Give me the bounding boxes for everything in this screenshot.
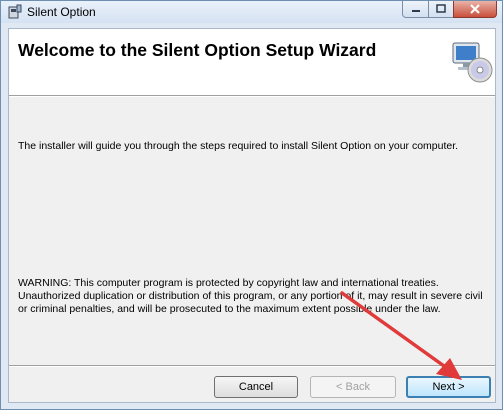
- footer-divider: [9, 365, 495, 367]
- setup-window: Silent Option Welcome to the Silent Opti…: [0, 0, 503, 410]
- window-title: Silent Option: [27, 5, 96, 19]
- close-button[interactable]: [453, 1, 497, 18]
- wizard-banner: Welcome to the Silent Option Setup Wizar…: [9, 29, 495, 95]
- installer-icon: [8, 4, 22, 19]
- minimize-icon: [411, 10, 420, 12]
- next-button[interactable]: Next >: [406, 376, 491, 398]
- wizard-client-area: Welcome to the Silent Option Setup Wizar…: [8, 28, 496, 403]
- close-icon: [470, 4, 480, 14]
- title-bar[interactable]: Silent Option: [1, 1, 502, 23]
- cancel-button[interactable]: Cancel: [214, 376, 298, 398]
- warning-line: WARNING: This computer program is protec…: [18, 277, 439, 289]
- banner-divider: [9, 95, 495, 97]
- minimize-button[interactable]: [402, 1, 429, 18]
- back-button[interactable]: < Back: [310, 376, 396, 398]
- page-title: Welcome to the Silent Option Setup Wizar…: [18, 40, 377, 60]
- intro-text: The installer will guide you through the…: [18, 140, 459, 152]
- computer-cd-icon: [452, 42, 493, 83]
- warning-line: or criminal penalties, and will be prose…: [18, 303, 441, 315]
- warning-line: Unauthorized duplication or distribution…: [18, 290, 483, 302]
- copyright-warning: WARNING: This computer program is protec…: [18, 277, 488, 316]
- maximize-button[interactable]: [428, 1, 454, 18]
- maximize-icon: [436, 4, 446, 13]
